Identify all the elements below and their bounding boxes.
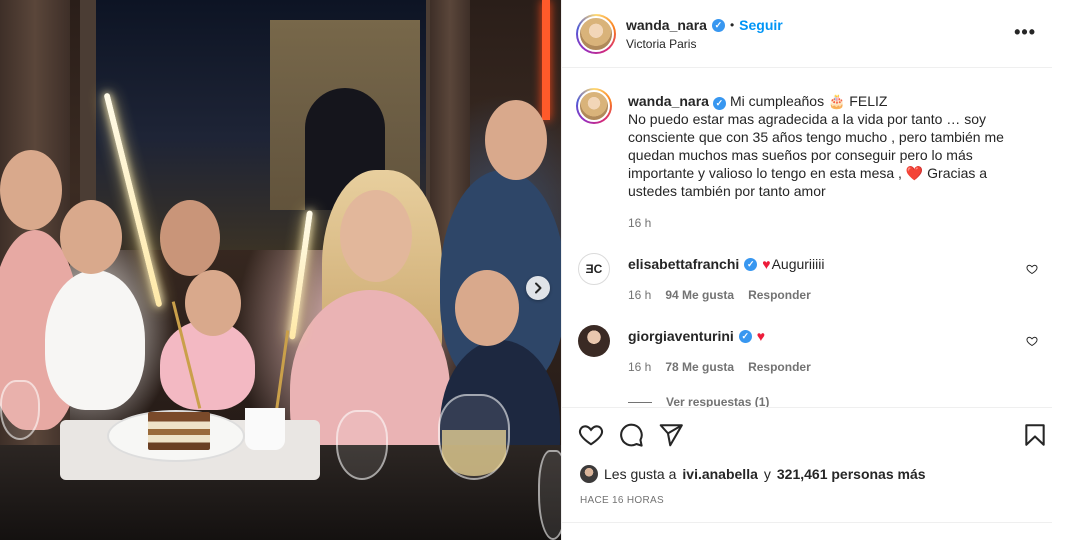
comment-avatar-giorgiaventurini[interactable]: [578, 325, 610, 357]
author-username[interactable]: wanda_nara: [626, 17, 707, 33]
caption-time[interactable]: 16 h: [628, 216, 651, 230]
likes-others[interactable]: 321,461 personas más: [777, 466, 926, 482]
replies-line: [628, 401, 652, 403]
reply-button[interactable]: Responder: [748, 288, 811, 302]
comment-icon[interactable]: [618, 422, 644, 448]
comment-likes[interactable]: 94 Me gusta: [665, 288, 734, 302]
view-replies-button[interactable]: Ver respuestas (1): [628, 395, 769, 407]
share-icon[interactable]: [658, 422, 684, 448]
comments-area[interactable]: wanda_nara ✓ Mi cumpleaños 🎂 FELIZ No puedo…: [562, 69, 1052, 407]
sparkler-right-stick: [273, 330, 290, 420]
girl-white-shirt-head: [60, 200, 122, 274]
chevron-right-icon: [535, 282, 542, 294]
girl-white-shirt: [45, 270, 145, 410]
tiramisu-cake: [148, 412, 210, 450]
heart-icon[interactable]: [578, 422, 604, 448]
caption-username[interactable]: wanda_nara: [628, 93, 709, 109]
comment-1-meta: 16 h 94 Me gusta Responder: [628, 288, 811, 302]
woman-head: [340, 190, 412, 282]
wine-glass-left: [0, 380, 40, 440]
liker-avatar: [580, 465, 598, 483]
person-left-head: [0, 150, 62, 230]
verified-badge-icon: ✓: [744, 257, 758, 271]
white-cup: [245, 408, 285, 450]
red-heart-emoji: ♥: [762, 256, 771, 272]
water-glass: [336, 410, 388, 480]
small-girl-head: [185, 270, 241, 336]
glass-bottom-right: [538, 450, 561, 540]
reply-button[interactable]: Responder: [748, 360, 811, 374]
caption-avatar[interactable]: [576, 88, 612, 124]
comment-avatar-elisabettafranchi[interactable]: ƎC: [578, 253, 610, 285]
post-header: wanda_nara ✓ • Seguir Victoria Paris •••: [562, 0, 1052, 68]
bookmark-icon[interactable]: [1022, 422, 1048, 448]
verified-badge-icon: ✓: [738, 329, 752, 343]
divider: [562, 522, 1052, 523]
caption: wanda_nara ✓ Mi cumpleaños 🎂 FELIZ No puedo…: [628, 92, 1034, 200]
verified-badge-icon: ✓: [711, 18, 725, 32]
likes-connector: y: [763, 466, 771, 482]
boy-blue-shirt-head: [485, 100, 547, 180]
boy-navy-shirt-head: [455, 270, 519, 346]
comment-1: elisabettafranchi ✓ ♥ Auguriiiii: [628, 256, 825, 272]
comment-2-meta: 16 h 78 Me gusta Responder: [628, 360, 811, 374]
view-replies-label: Ver respuestas (1): [666, 395, 770, 407]
post-location[interactable]: Victoria Paris: [626, 37, 696, 51]
comment-like-heart-icon[interactable]: [1026, 335, 1038, 347]
post-side-panel: wanda_nara ✓ • Seguir Victoria Paris •••…: [561, 0, 1052, 540]
more-options-icon[interactable]: •••: [1014, 22, 1036, 43]
liker-username[interactable]: ivi.anabella: [682, 466, 757, 482]
comment-like-heart-icon[interactable]: [1026, 263, 1038, 275]
verified-badge-icon: ✓: [712, 96, 726, 110]
comment-likes[interactable]: 78 Me gusta: [665, 360, 734, 374]
comment-time[interactable]: 16 h: [628, 288, 651, 302]
man-head: [160, 200, 220, 276]
red-neon-light: [542, 0, 550, 120]
follow-button[interactable]: Seguir: [739, 17, 783, 33]
comment-time[interactable]: 16 h: [628, 360, 651, 374]
comment-text: Auguriiiii: [771, 256, 825, 272]
comment-2: giorgiaventurini ✓ ♥: [628, 328, 765, 344]
author-row: wanda_nara ✓ • Seguir: [626, 17, 783, 33]
comment-username[interactable]: giorgiaventurini: [628, 328, 734, 344]
red-heart-emoji: ♥: [756, 328, 766, 344]
next-photo-button[interactable]: [526, 276, 550, 300]
post-photo[interactable]: [0, 0, 561, 540]
likes-prefix: Les gusta a: [604, 466, 677, 482]
author-avatar[interactable]: [576, 14, 616, 54]
post-date[interactable]: HACE 16 HORAS: [580, 495, 664, 506]
likes-summary[interactable]: Les gusta a ivi.anabella y 321,461 perso…: [580, 465, 926, 483]
white-wine: [442, 430, 506, 476]
comment-username[interactable]: elisabettafranchi: [628, 256, 739, 272]
separator-dot: •: [729, 18, 735, 32]
